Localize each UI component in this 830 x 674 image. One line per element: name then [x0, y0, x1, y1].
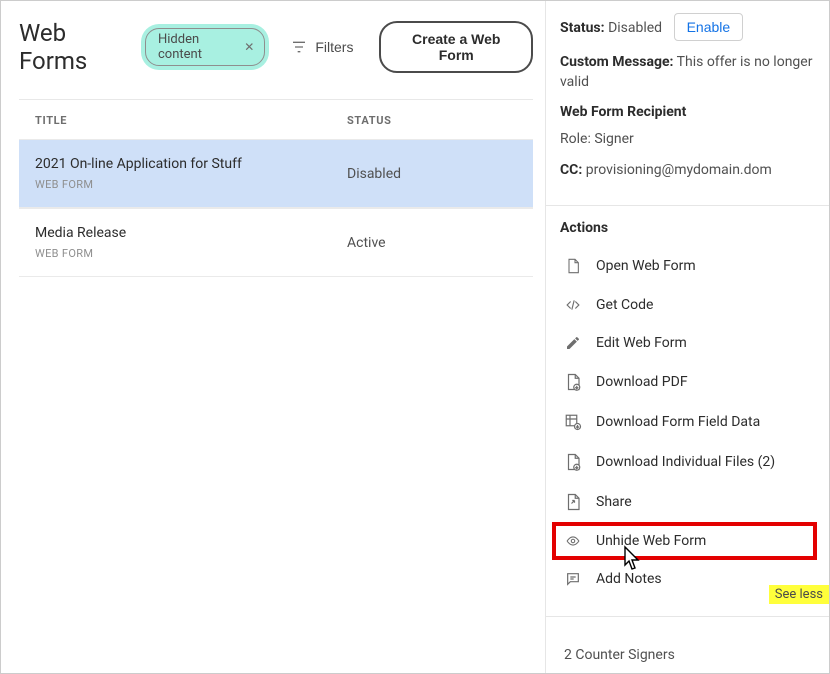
filter-icon [291, 39, 307, 55]
action-open-web-form[interactable]: Open Web Form [560, 246, 815, 286]
share-icon [564, 493, 582, 511]
divider [546, 205, 829, 206]
action-label: Open Web Form [596, 258, 696, 274]
row-status: Disabled [347, 166, 517, 182]
cc-label: CC: [560, 162, 582, 178]
see-less-link[interactable]: See less [769, 585, 829, 604]
divider [546, 616, 829, 617]
table-row[interactable]: 2021 On-line Application for Stuff WEB F… [19, 139, 533, 208]
page-title: Web Forms [19, 19, 131, 75]
action-download-pdf[interactable]: Download PDF [560, 362, 815, 402]
filter-chip-hidden-content[interactable]: Hidden content ✕ [145, 28, 265, 66]
header-row: Web Forms Hidden content ✕ Filters Creat… [19, 19, 533, 75]
create-label: Create a Web Form [412, 31, 500, 63]
actions-heading: Actions [560, 220, 815, 236]
role-label: Role: [560, 131, 591, 147]
status-value: Disabled [608, 20, 662, 36]
pencil-icon [564, 335, 582, 351]
download-pdf-icon [564, 373, 582, 391]
action-share[interactable]: Share [560, 482, 815, 522]
document-icon [564, 257, 582, 275]
action-get-code[interactable]: Get Code [560, 286, 815, 324]
counter-signers[interactable]: 2 Counter Signers [560, 631, 815, 673]
action-download-form-data[interactable]: Download Form Field Data [560, 402, 815, 442]
col-header-status: STATUS [347, 114, 517, 127]
role-row: Role: Signer [560, 130, 815, 150]
close-icon[interactable]: ✕ [244, 40, 254, 54]
status-row: Status: Disabled Enable [560, 13, 815, 41]
table-row[interactable]: Media Release WEB FORM Active [19, 208, 533, 277]
page: Web Forms Hidden content ✕ Filters Creat… [0, 0, 830, 674]
row-title: 2021 On-line Application for Stuff [35, 156, 347, 172]
action-label: Add Notes [596, 571, 662, 587]
row-status: Active [347, 235, 517, 251]
row-subtitle: WEB FORM [35, 247, 347, 260]
enable-button[interactable]: Enable [674, 13, 744, 41]
create-web-form-button[interactable]: Create a Web Form [379, 21, 533, 73]
role-value: Signer [594, 131, 633, 147]
action-unhide-web-form[interactable]: Unhide Web Form [560, 522, 815, 560]
cc-value: provisioning@mydomain.dom [586, 162, 772, 178]
custom-message-label: Custom Message: [560, 54, 673, 70]
action-label: Download Individual Files (2) [596, 454, 775, 470]
action-label: Download Form Field Data [596, 414, 760, 430]
cc-row: CC: provisioning@mydomain.dom [560, 161, 815, 181]
main-panel: Web Forms Hidden content ✕ Filters Creat… [1, 1, 545, 673]
note-icon [564, 571, 582, 587]
details-panel: Status: Disabled Enable Custom Message: … [545, 1, 829, 673]
web-forms-table: TITLE STATUS 2021 On-line Application fo… [19, 99, 533, 277]
action-label: Edit Web Form [596, 335, 687, 351]
action-edit-web-form[interactable]: Edit Web Form [560, 324, 815, 362]
filters-button[interactable]: Filters [279, 33, 365, 61]
code-icon [564, 298, 582, 312]
filters-label: Filters [315, 39, 353, 55]
action-label: Share [596, 494, 632, 510]
row-title: Media Release [35, 225, 347, 241]
action-label: Download PDF [596, 374, 688, 390]
action-list: Open Web Form Get Code Edit Web Form Dow… [560, 246, 815, 598]
table-header: TITLE STATUS [19, 100, 533, 139]
status-label: Status: [560, 20, 605, 36]
download-files-icon [564, 453, 582, 471]
recipient-heading: Web Form Recipient [560, 104, 815, 120]
highlight-annotation [552, 522, 817, 560]
chip-label: Hidden content [158, 32, 238, 62]
download-form-icon [564, 413, 582, 431]
col-header-title: TITLE [35, 114, 347, 127]
action-download-individual-files[interactable]: Download Individual Files (2) [560, 442, 815, 482]
action-label: Get Code [596, 297, 653, 313]
custom-message-row: Custom Message: This offer is no longer … [560, 53, 815, 92]
row-subtitle: WEB FORM [35, 178, 347, 191]
